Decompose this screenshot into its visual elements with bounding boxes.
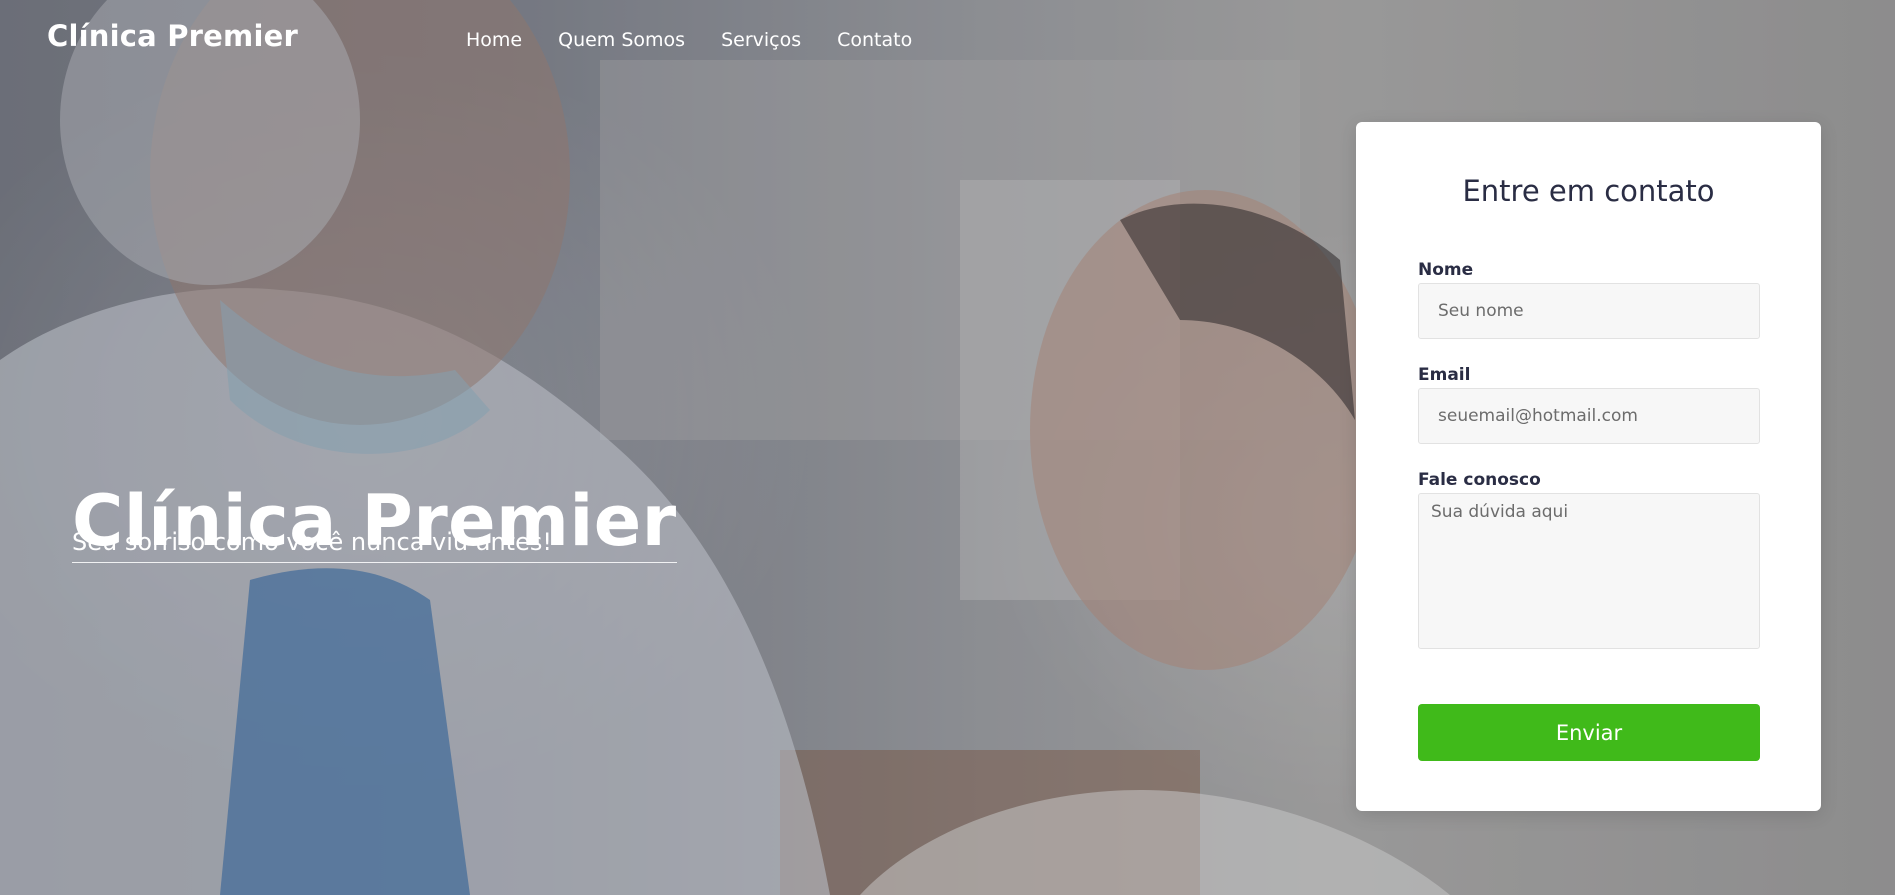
brand-logo-text[interactable]: Clínica Premier: [47, 19, 298, 53]
contact-card: Entre em contato Nome Email Fale conosco…: [1356, 122, 1821, 811]
main-nav: Home Quem Somos Serviços Contato: [466, 29, 948, 51]
contact-card-title: Entre em contato: [1462, 174, 1715, 208]
name-label: Nome: [1418, 260, 1474, 280]
nav-servicos[interactable]: Serviços: [721, 29, 801, 51]
name-field[interactable]: [1418, 283, 1760, 339]
message-label: Fale conosco: [1418, 470, 1541, 490]
submit-button[interactable]: Enviar: [1418, 704, 1760, 761]
message-textarea[interactable]: [1418, 493, 1760, 649]
nav-contato[interactable]: Contato: [837, 29, 912, 51]
nav-home[interactable]: Home: [466, 29, 522, 51]
site-header: Clínica Premier Home Quem Somos Serviços…: [0, 0, 1895, 86]
nav-quem-somos[interactable]: Quem Somos: [558, 29, 685, 51]
email-field[interactable]: [1418, 388, 1760, 444]
email-label: Email: [1418, 365, 1471, 385]
hero-subtitle: Seu sorriso como você nunca viu antes!: [72, 528, 552, 556]
hero-section: Clínica Premier Home Quem Somos Serviços…: [0, 0, 1895, 895]
